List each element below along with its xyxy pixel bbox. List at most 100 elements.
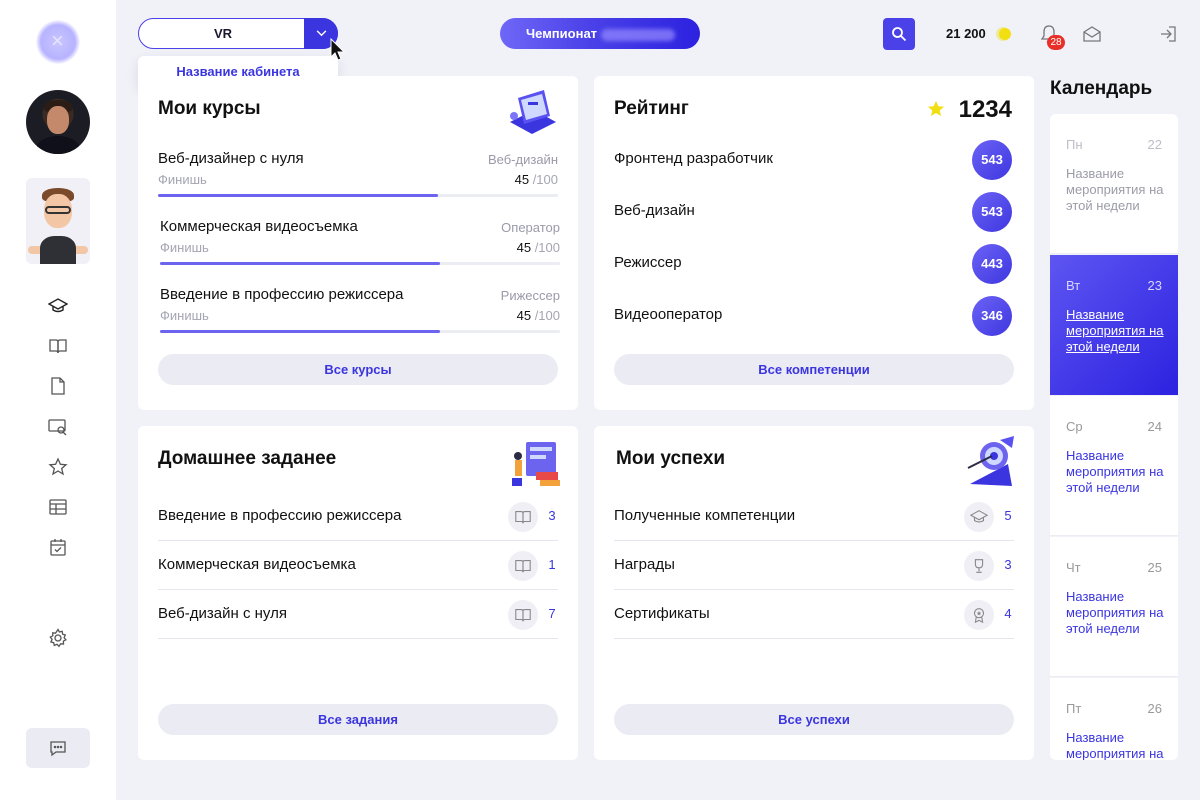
calendar-day[interactable]: Пн 22 Название мероприятия на этой недел… [1050,114,1178,254]
table-icon[interactable] [47,496,69,518]
course-category: Рижессер [500,288,560,303]
day-name: Пн [1066,137,1083,152]
memoji-glasses [45,206,71,214]
course-name: Коммерческая видеосъемка [160,218,358,235]
championship-button[interactable]: Чемпионат [500,18,700,49]
homework-name: Коммерческая видеосъемка [158,556,356,573]
rating-row[interactable]: Фронтенд разработчик 543 [614,140,1012,180]
search-button[interactable] [883,18,915,50]
logout-icon[interactable] [1158,24,1178,44]
day-name: Чт [1066,560,1081,575]
homework-row[interactable]: Введение в профессию режиссера 3 [158,492,558,541]
chat-icon [50,741,66,757]
homework-illustration-icon [512,442,560,486]
mouse-cursor-icon [330,38,346,61]
avatar[interactable] [26,90,90,154]
course-progress-track [160,330,560,333]
day-event[interactable]: Название мероприятия на этой недели [1066,307,1166,355]
balance: 21 200 [946,26,986,41]
gear-icon[interactable] [47,627,69,649]
course-item[interactable]: Введение в профессию режиссера Рижессер … [160,286,560,346]
course-progress-fill [158,194,438,197]
calendar-day[interactable]: Ср 24 Название мероприятия на этой недел… [1050,396,1178,536]
day-name: Ср [1066,419,1083,434]
rating-card: Рейтинг 1234 Фронтенд разработчик 543 Ве… [594,76,1034,410]
success-row[interactable]: Сертификаты 4 [614,590,1014,639]
course-item[interactable]: Коммерческая видеосъемка Оператор Финишь… [160,218,560,278]
course-name: Веб-дизайнер с нуля [158,150,304,167]
calendar-day[interactable]: Чт 25 Название мероприятия на этой недел… [1050,537,1178,677]
course-progress-fill [160,262,440,265]
book-icon [508,502,538,532]
blurred-text [601,28,676,41]
courses-title: Мои курсы [158,98,261,119]
certificate-icon [964,600,994,630]
success-row[interactable]: Полученные компетенции 5 [614,492,1014,541]
homework-title: Домашнее заданее [158,448,337,469]
cabinet-select[interactable]: VR [138,18,338,49]
book-icon[interactable] [47,335,69,357]
success-count: 4 [1004,606,1012,621]
rating-title: Рейтинг [614,98,689,119]
homework-row[interactable]: Веб-дизайн с нуля 7 [158,590,558,639]
logo[interactable] [36,20,80,64]
success-count: 5 [1004,508,1012,523]
success-row[interactable]: Награды 3 [614,541,1014,590]
rating-value: 543 [972,192,1012,232]
all-courses-button[interactable]: Все курсы [158,354,558,385]
all-tasks-button[interactable]: Все задания [158,704,558,735]
coin-icon [996,27,1014,41]
course-score: 45 /100 [514,172,558,187]
avatar-face [47,106,69,134]
course-status: Финишь [160,240,209,255]
rating-row[interactable]: Видеооператор 346 [614,296,1012,336]
document-icon[interactable] [47,375,69,397]
calendar-day[interactable]: Пт 26 Название мероприятия на этой недел… [1050,678,1178,760]
day-event[interactable]: Название мероприятия на этой недели [1066,730,1166,760]
graduation-cap-icon[interactable] [47,295,69,317]
rating-row[interactable]: Веб-дизайн 543 [614,192,1012,232]
day-event[interactable]: Название мероприятия на этой недели [1066,589,1166,637]
day-event[interactable]: Название мероприятия на этой недели [1066,448,1166,496]
rating-name: Режиссер [614,254,682,271]
homework-count: 1 [548,557,556,572]
rating-value: 543 [972,140,1012,180]
laptop-illustration-icon [510,90,556,134]
course-progress-fill [160,330,440,333]
day-event[interactable]: Название мероприятия на этой недели [1066,166,1166,214]
notification-badge: 28 [1047,35,1065,50]
success-name: Сертификаты [614,605,710,622]
calendar: Пн 22 Название мероприятия на этой недел… [1050,114,1178,760]
homework-count: 3 [548,508,556,523]
course-name: Введение в профессию режиссера [160,286,404,303]
star-icon [928,101,944,116]
mail-icon[interactable] [1082,24,1102,44]
rating-value: 346 [972,296,1012,336]
calendar-check-icon[interactable] [47,536,69,558]
calendar-day[interactable]: Вт 23 Название мероприятия на этой недел… [1050,255,1178,395]
course-category: Оператор [501,220,560,235]
course-item[interactable]: Веб-дизайнер с нуля Веб-дизайн Финишь 45… [158,150,558,210]
all-success-button[interactable]: Все успехи [614,704,1014,735]
cabinet-select-value: VR [213,26,233,41]
homework-name: Веб-дизайн с нуля [158,605,287,622]
star-icon[interactable] [47,456,69,478]
search-icon [892,27,907,42]
course-score: 45 /100 [516,240,560,255]
homework-count: 7 [548,606,556,621]
homework-card: Домашнее заданее Введение в профессию ре… [138,426,578,760]
day-date: 26 [1147,701,1162,716]
search-screen-icon[interactable] [47,416,69,438]
day-name: Вт [1066,278,1081,293]
rating-row[interactable]: Режиссер 443 [614,244,1012,284]
day-name: Пт [1066,701,1082,716]
homework-row[interactable]: Коммерческая видеосъемка 1 [158,541,558,590]
all-competencies-button[interactable]: Все компетенции [614,354,1014,385]
course-progress-track [158,194,558,197]
rating-total: 1234 [958,96,1012,123]
success-card: Мои успехи Полученные компетенции 5 Нагр… [594,426,1034,760]
book-icon [508,551,538,581]
chat-button[interactable] [26,728,90,768]
rating-value: 443 [972,244,1012,284]
course-progress-track [160,262,560,265]
